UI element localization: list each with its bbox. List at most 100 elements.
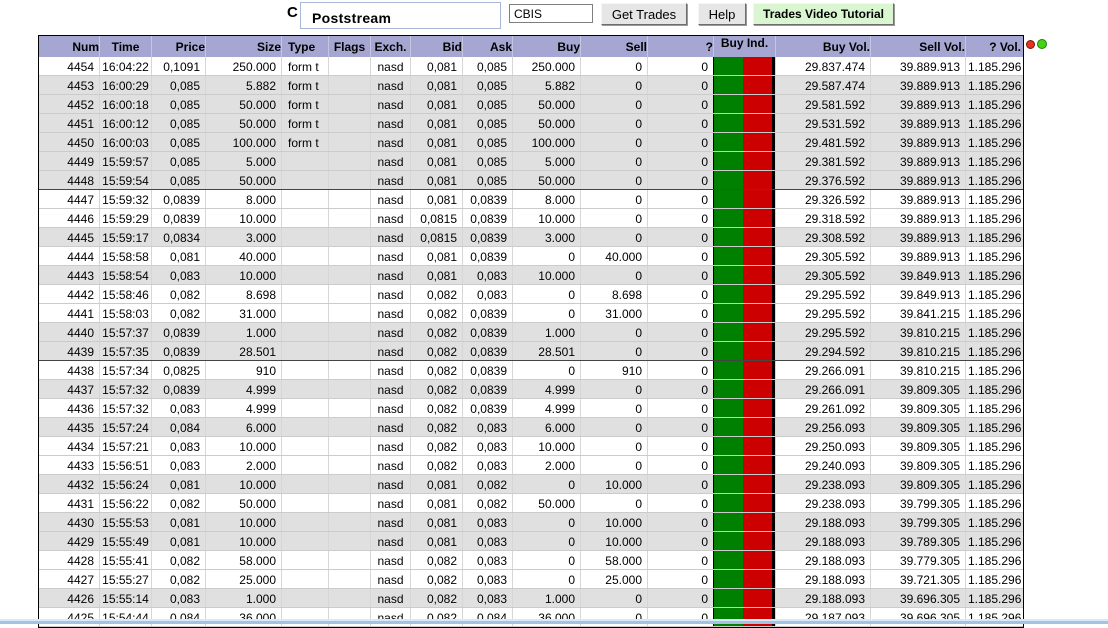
- cell-size: 10.000: [205, 475, 281, 493]
- cell-q: 0: [647, 247, 713, 265]
- cell-flags: [328, 589, 370, 607]
- cell-price: 0,085: [151, 152, 205, 170]
- cell-num: 4437: [67, 383, 94, 397]
- buy-indicator-green-bar: [714, 532, 743, 550]
- cell-time: 15:59:32: [99, 190, 151, 208]
- trade-row[interactable]: 4426 15:55:14 0,083 1.000 nasd 0,082 0,083 1.00…: [39, 589, 1023, 608]
- cell-type: [281, 285, 328, 303]
- cell-type: [281, 494, 328, 512]
- cell-q_vol: 1.185.296: [965, 152, 1021, 170]
- buy-indicator-red-bar: [743, 456, 772, 474]
- truncated-label: C: [287, 4, 298, 21]
- cell-price: 0,083: [151, 437, 205, 455]
- trade-row[interactable]: 4451 16:00:12 0,085 50.000 form t nasd 0,081 0,…: [39, 114, 1023, 133]
- trade-row[interactable]: 4446 15:59:29 0,0839 10.000 nasd 0,0815 0,0839…: [39, 209, 1023, 228]
- cell-q: 0: [647, 57, 713, 75]
- cell-buy: 50.000: [512, 114, 580, 132]
- trade-row[interactable]: 4427 15:55:27 0,082 25.000 nasd 0,082 0,083 0 25…: [39, 570, 1023, 589]
- trade-row[interactable]: 4434 15:57:21 0,083 10.000 nasd 0,082 0,083 10.…: [39, 437, 1023, 456]
- buy-indicator-green-bar: [714, 513, 743, 531]
- cell-q_vol: 1.185.296: [965, 570, 1021, 588]
- cell-size: 28.501: [205, 342, 281, 360]
- cell-buy_ind: [713, 285, 775, 303]
- trade-row[interactable]: 4432 15:56:24 0,081 10.000 nasd 0,081 0,082 0 10…: [39, 475, 1023, 494]
- trade-row[interactable]: 4443 15:58:54 0,083 10.000 nasd 0,081 0,083 10.…: [39, 266, 1023, 285]
- trade-row[interactable]: 4454 16:04:22 0,1091 250.000 form t nasd 0,081…: [39, 57, 1023, 76]
- cell-buy_vol: 29.587.474: [775, 76, 870, 94]
- trade-row[interactable]: 4428 15:55:41 0,082 58.000 nasd 0,082 0,083 0 58…: [39, 551, 1023, 570]
- cell-exch: nasd: [370, 114, 410, 132]
- cell-ask: 0,0839: [462, 209, 512, 227]
- column-header-type: Type: [281, 36, 328, 57]
- cell-price: 0,0834: [151, 228, 205, 246]
- cell-sell: 58.000: [580, 551, 647, 569]
- trade-row[interactable]: 4444 15:58:58 0,081 40.000 nasd 0,081 0,0839 0 4…: [39, 247, 1023, 266]
- cell-bid: 0,082: [410, 437, 462, 455]
- trade-row[interactable]: 4436 15:57:32 0,083 4.999 nasd 0,082 0,0839 4.9…: [39, 399, 1023, 418]
- cell-type: [281, 475, 328, 493]
- cell-type: [281, 209, 328, 227]
- cell-buy_ind: [713, 247, 775, 265]
- help-button[interactable]: Help: [698, 3, 746, 25]
- trades-video-tutorial-button[interactable]: Trades Video Tutorial: [753, 3, 894, 25]
- cell-time: 15:57:35: [99, 342, 151, 360]
- cell-time: 16:00:03: [99, 133, 151, 151]
- cell-q: 0: [647, 456, 713, 474]
- cell-bid: 0,082: [410, 285, 462, 303]
- cell-time: 15:59:29: [99, 209, 151, 227]
- cell-buy: 100.000: [512, 133, 580, 151]
- trade-row[interactable]: 4442 15:58:46 0,082 8.698 nasd 0,082 0,083 0 8.6…: [39, 285, 1023, 304]
- trade-row[interactable]: 4431 15:56:22 0,082 50.000 nasd 0,081 0,082 50.…: [39, 494, 1023, 513]
- cell-buy_vol: 29.581.592: [775, 95, 870, 113]
- get-trades-button[interactable]: Get Trades: [601, 3, 687, 25]
- cell-ask: 0,083: [462, 285, 512, 303]
- cell-exch: nasd: [370, 171, 410, 189]
- trade-row[interactable]: 4441 15:58:03 0,082 31.000 nasd 0,082 0,0839 0 3…: [39, 304, 1023, 323]
- cell-time: 15:58:58: [99, 247, 151, 265]
- trade-row[interactable]: 4437 15:57:32 0,0839 4.999 nasd 0,082 0,0839 4.…: [39, 380, 1023, 399]
- cell-type: form t: [281, 114, 328, 132]
- buy-indicator-green-bar: [714, 266, 743, 284]
- trade-row[interactable]: 4449 15:59:57 0,085 5.000 nasd 0,081 0,085 5.00…: [39, 152, 1023, 171]
- cell-sell: 8.698: [580, 285, 647, 303]
- cell-flags: [328, 152, 370, 170]
- trade-row[interactable]: 4445 15:59:17 0,0834 3.000 nasd 0,0815 0,0839 3…: [39, 228, 1023, 247]
- trade-row[interactable]: 4435 15:57:24 0,084 6.000 nasd 0,082 0,083 6.00…: [39, 418, 1023, 437]
- column-header-bid: Bid: [410, 36, 462, 57]
- trade-row[interactable]: 4438 15:57:34 0,0825 910 nasd 0,082 0,0839 0 910…: [39, 361, 1023, 380]
- trade-row[interactable]: 4429 15:55:49 0,081 10.000 nasd 0,081 0,083 0 10…: [39, 532, 1023, 551]
- buy-indicator-red-bar: [743, 247, 772, 265]
- cell-size: 31.000: [205, 304, 281, 322]
- trade-row[interactable]: 4452 16:00:18 0,085 50.000 form t nasd 0,081 0,…: [39, 95, 1023, 114]
- trade-row[interactable]: 4433 15:56:51 0,083 2.000 nasd 0,082 0,083 2.00…: [39, 456, 1023, 475]
- cell-num: 4454: [67, 60, 94, 74]
- cell-num: 4442: [67, 288, 94, 302]
- trade-row[interactable]: 4453 16:00:29 0,085 5.882 form t nasd 0,081 0,0…: [39, 76, 1023, 95]
- cell-exch: nasd: [370, 247, 410, 265]
- cell-num: 4448: [67, 174, 94, 188]
- cell-ask: 0,085: [462, 57, 512, 75]
- buy-indicator-red-bar: [743, 380, 772, 398]
- trade-row[interactable]: 4447 15:59:32 0,0839 8.000 nasd 0,081 0,0839 8.…: [39, 190, 1023, 209]
- cell-bid: 0,081: [410, 247, 462, 265]
- cell-q_vol: 1.185.296: [965, 532, 1021, 550]
- cell-bid: 0,081: [410, 532, 462, 550]
- trades-table: Num Time Price Size Type Flags Exch. Bid Ask Buy S…: [38, 35, 1024, 628]
- cell-sell: 0: [580, 418, 647, 436]
- trade-row[interactable]: 4440 15:57:37 0,0839 1.000 nasd 0,082 0,0839 1.…: [39, 323, 1023, 342]
- cell-size: 50.000: [205, 95, 281, 113]
- cell-buy_ind: [713, 513, 775, 531]
- buy-indicator-red-bar: [743, 152, 772, 170]
- trade-row[interactable]: 4448 15:59:54 0,085 50.000 nasd 0,081 0,085 50.…: [39, 171, 1023, 190]
- cell-num: 4438: [67, 364, 94, 378]
- cell-buy_vol: 29.318.592: [775, 209, 870, 227]
- trade-row[interactable]: 4425 15:54:44 0,084 36.000 nasd 0,082 0,084 36.…: [39, 608, 1023, 627]
- trade-row[interactable]: 4430 15:55:53 0,081 10.000 nasd 0,081 0,083 0 10…: [39, 513, 1023, 532]
- buy-indicator-red-bar: [743, 114, 772, 132]
- cell-price: 0,082: [151, 570, 205, 588]
- cell-buy_ind: [713, 190, 775, 208]
- trade-row[interactable]: 4450 16:00:03 0,085 100.000 form t nasd 0,081 0…: [39, 133, 1023, 152]
- trade-row[interactable]: 4439 15:57:35 0,0839 28.501 nasd 0,082 0,0839 2…: [39, 342, 1023, 361]
- symbol-input[interactable]: [509, 4, 593, 23]
- cell-sell: 0: [580, 171, 647, 189]
